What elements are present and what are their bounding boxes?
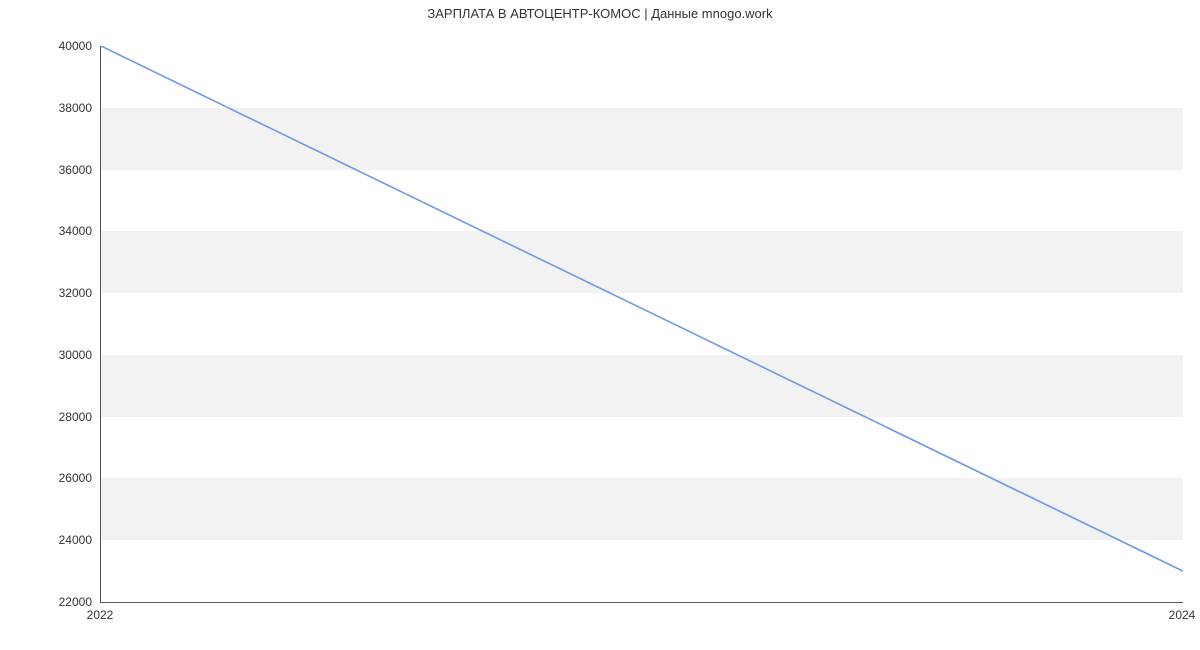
y-tick-label: 28000 [0,410,92,424]
y-tick-label: 40000 [0,39,92,53]
chart-title: ЗАРПЛАТА В АВТОЦЕНТР-КОМОС | Данные mnog… [0,6,1200,21]
y-tick-label: 38000 [0,101,92,115]
x-tick-label: 2022 [87,608,114,622]
x-tick-label: 2024 [1169,608,1196,622]
y-tick-label: 32000 [0,286,92,300]
y-tick-label: 36000 [0,163,92,177]
y-tick-label: 34000 [0,224,92,238]
y-tick-label: 24000 [0,533,92,547]
chart-container: ЗАРПЛАТА В АВТОЦЕНТР-КОМОС | Данные mnog… [0,0,1200,650]
plot-area [100,46,1183,603]
y-tick-label: 26000 [0,471,92,485]
y-tick-label: 30000 [0,348,92,362]
line-series [101,46,1183,602]
y-tick-label: 22000 [0,595,92,609]
